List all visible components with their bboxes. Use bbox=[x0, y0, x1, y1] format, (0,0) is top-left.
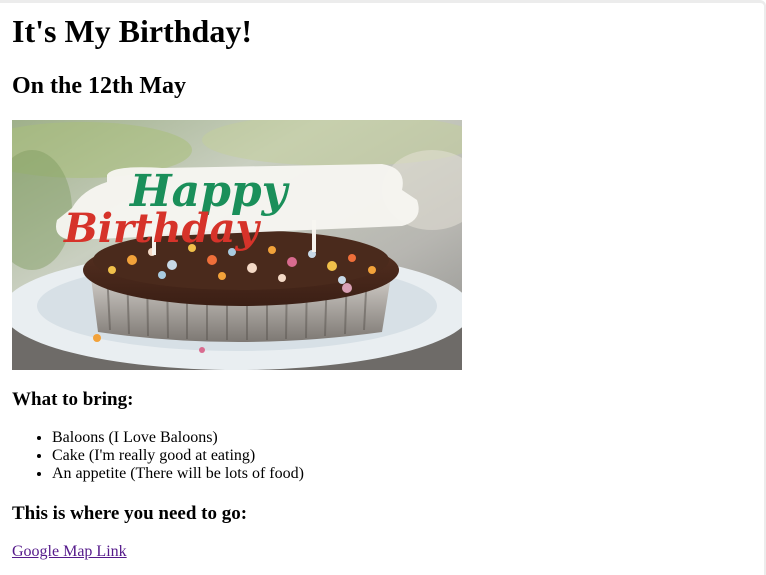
google-map-link[interactable]: Google Map Link bbox=[12, 543, 127, 561]
bring-heading: What to bring: bbox=[12, 389, 134, 410]
list-item: Baloons (I Love Baloons) bbox=[52, 429, 304, 447]
page-frame: It's My Birthday! On the 12th May Happy … bbox=[0, 0, 766, 575]
topper-birthday-text: Birthday bbox=[63, 205, 262, 252]
list-item: Cake (I'm really good at eating) bbox=[52, 447, 304, 465]
page-title: It's My Birthday! bbox=[12, 13, 252, 49]
bring-list: Baloons (I Love Baloons) Cake (I'm reall… bbox=[12, 429, 304, 483]
list-item: An appetite (There will be lots of food) bbox=[52, 465, 304, 483]
date-heading: On the 12th May bbox=[12, 73, 186, 99]
location-heading: This is where you need to go: bbox=[12, 503, 248, 524]
birthday-cake-image: Happy Birthday bbox=[12, 120, 462, 370]
